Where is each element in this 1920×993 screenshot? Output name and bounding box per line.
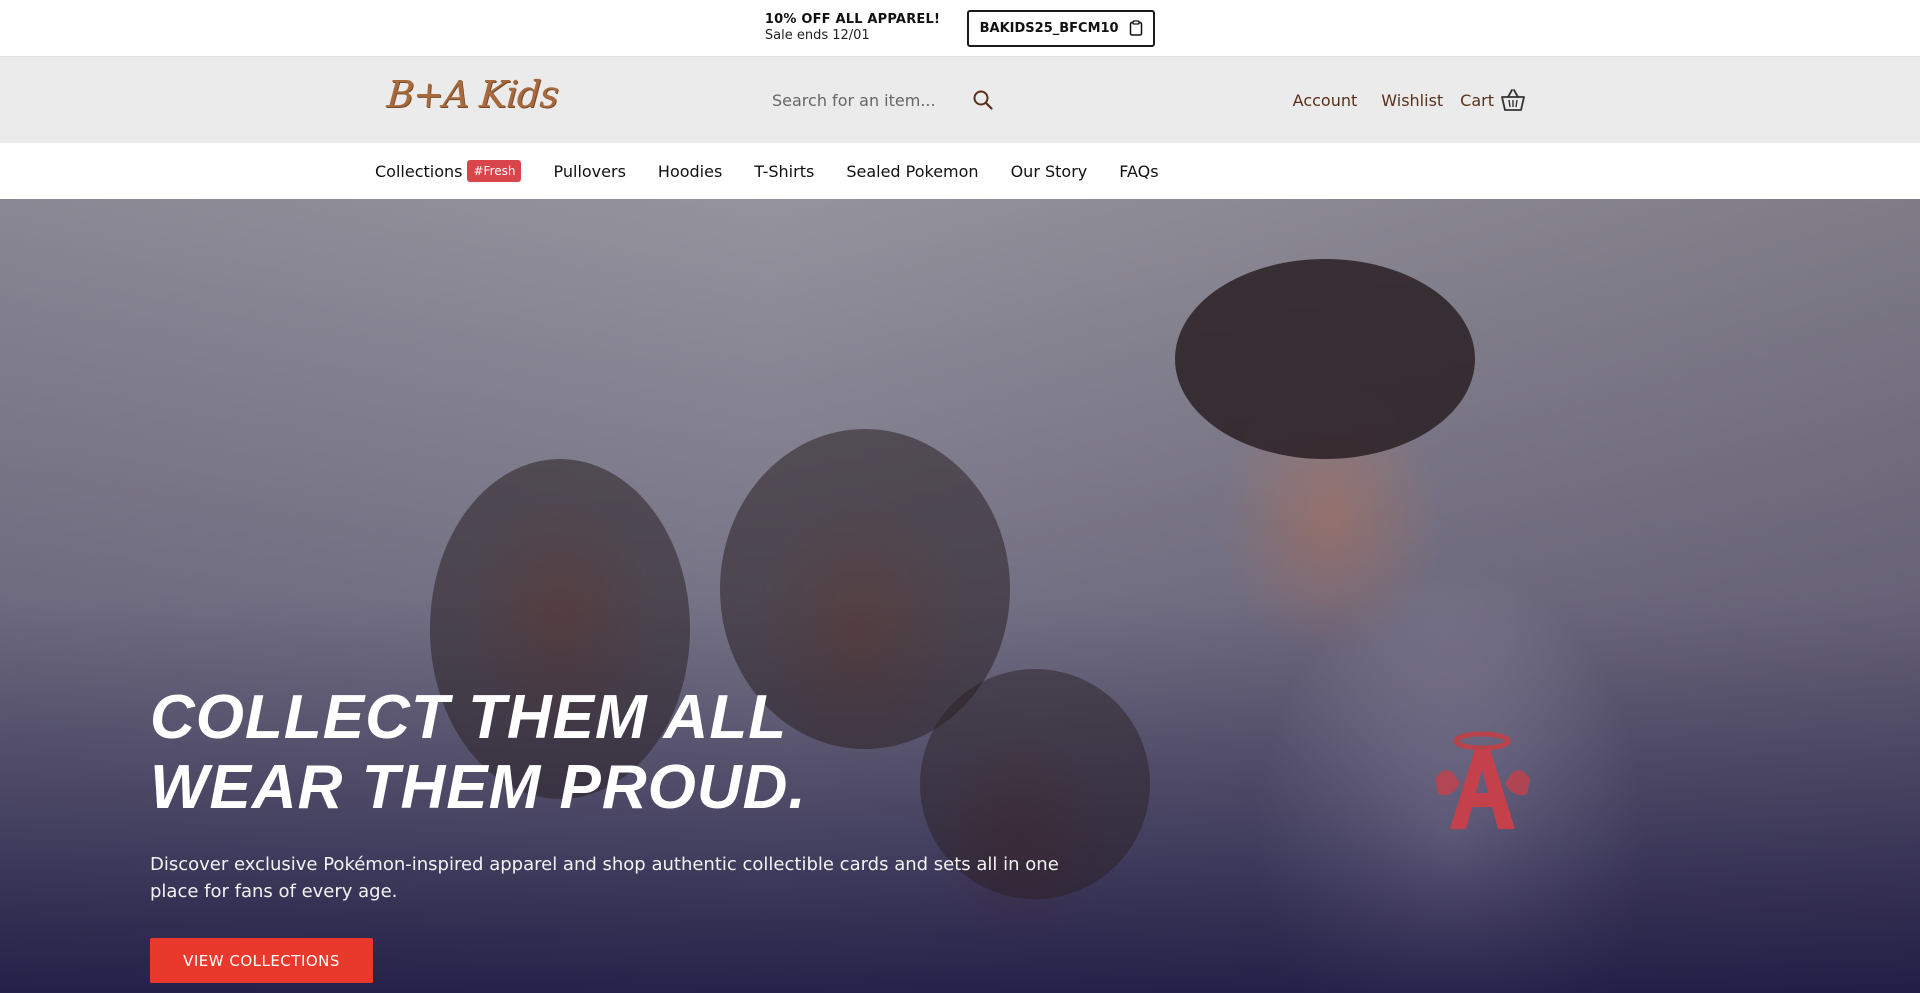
search-bar (760, 79, 1000, 121)
nav-item-faqs[interactable]: FAQs (1119, 162, 1158, 181)
hero-description: Discover exclusive Pokémon-inspired appa… (150, 854, 1059, 902)
hero-title-line2: WEAR THEM PROUD. (150, 753, 807, 822)
nav-item-pullovers[interactable]: Pullovers (553, 162, 625, 181)
announcement-title: 10% OFF ALL APPAREL! (764, 12, 941, 27)
site-header: B+A Kids Account Wishlist Cart (0, 57, 1920, 143)
nav-item-label: Collections (375, 161, 463, 181)
angels-logo-image (1435, 731, 1530, 829)
view-collections-button[interactable]: VIEW COLLECTIONS (150, 938, 373, 983)
header-links: Account Wishlist Cart (1293, 57, 1526, 143)
person-hair (1175, 259, 1475, 459)
promo-code-button[interactable]: BAKIDS25_BFCM10 (967, 9, 1156, 47)
search-input[interactable] (760, 80, 960, 120)
cart-label: Cart (1460, 90, 1494, 110)
nav-item-collections[interactable]: Collections #Fresh (375, 160, 522, 182)
wishlist-link[interactable]: Wishlist (1381, 91, 1443, 110)
brand-logo[interactable]: B+A Kids (385, 73, 559, 116)
announcement-text: 10% OFF ALL APPAREL! Sale ends 12/01 (765, 12, 940, 44)
announcement-subtitle: Sale ends 12/01 (764, 28, 870, 43)
promo-code-text: BAKIDS25_BFCM10 (979, 20, 1119, 36)
main-nav: Collections #Fresh Pullovers Hoodies T-S… (0, 143, 1920, 199)
search-icon[interactable] (972, 89, 994, 111)
hero-banner: COLLECT THEM ALL WEAR THEM PROUD. Discov… (0, 199, 1920, 993)
nav-item-sealed-pokemon[interactable]: Sealed Pokemon (846, 162, 978, 181)
hero-title-line1: COLLECT THEM ALL (150, 683, 788, 752)
basket-icon (1501, 89, 1525, 111)
nav-item-our-story[interactable]: Our Story (1011, 162, 1088, 181)
hero-title: COLLECT THEM ALL WEAR THEM PROUD. (150, 683, 1070, 823)
nav-item-hoodies[interactable]: Hoodies (658, 162, 722, 181)
announcement-bar: 10% OFF ALL APPAREL! Sale ends 12/01 BAK… (0, 0, 1920, 57)
hero-content: COLLECT THEM ALL WEAR THEM PROUD. Discov… (150, 683, 1070, 993)
account-link[interactable]: Account (1293, 91, 1358, 110)
clipboard-icon (1129, 20, 1142, 36)
cart-link[interactable]: Cart (1460, 88, 1526, 112)
nav-item-tshirts[interactable]: T-Shirts (754, 162, 814, 181)
fresh-badge: #Fresh (467, 160, 522, 182)
